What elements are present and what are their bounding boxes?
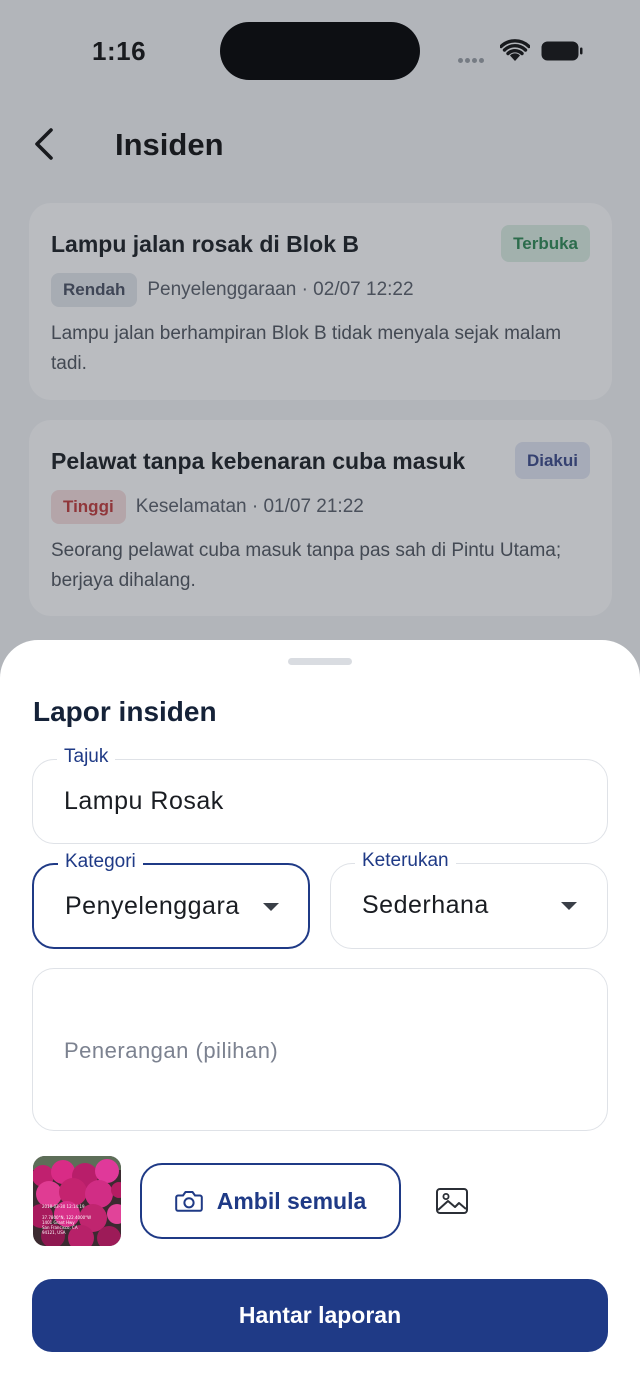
photo-image: 2018-03-30 12:14:19 37.7800°N, 122.4000°…	[33, 1156, 121, 1246]
chevron-down-icon	[561, 902, 577, 910]
photo-caption-line: 2018-03-30 12:14:19	[42, 1204, 85, 1209]
submit-report-label: Hantar laporan	[238, 1302, 402, 1328]
title-field[interactable]: Tajuk Lampu Rosak	[32, 746, 608, 844]
title-field-label: Tajuk	[57, 746, 116, 768]
urgency-select-value: Sederhana	[362, 891, 489, 919]
photo-caption-line: 94121, USA	[42, 1230, 66, 1235]
sheet-title: Lapor insiden	[33, 696, 217, 727]
title-field-value: Lampu Rosak	[64, 787, 224, 815]
category-select[interactable]: Kategori Penyelenggara	[32, 851, 310, 949]
urgency-select[interactable]: Keterukan Sederhana	[330, 850, 608, 949]
description-field[interactable]: Penerangan (pilihan)	[32, 968, 608, 1131]
submit-report-button[interactable]: Hantar laporan	[32, 1279, 608, 1352]
report-incident-sheet: Lapor insiden Tajuk Lampu Rosak Kategori…	[0, 640, 640, 1392]
urgency-select-label: Keterukan	[355, 850, 456, 872]
category-select-value: Penyelenggara	[65, 892, 240, 920]
retake-photo-label: Ambil semula	[216, 1187, 367, 1214]
sheet-grabber[interactable]	[288, 658, 352, 665]
description-placeholder: Penerangan (pilihan)	[64, 1038, 279, 1063]
retake-photo-button[interactable]: Ambil semula	[140, 1163, 401, 1239]
photo-thumbnail[interactable]: 2018-03-30 12:14:19 37.7800°N, 122.4000°…	[33, 1156, 121, 1246]
category-select-label: Kategori	[58, 851, 143, 873]
image-icon[interactable]	[434, 1185, 470, 1217]
camera-icon	[174, 1191, 203, 1212]
chevron-down-icon	[263, 903, 279, 911]
